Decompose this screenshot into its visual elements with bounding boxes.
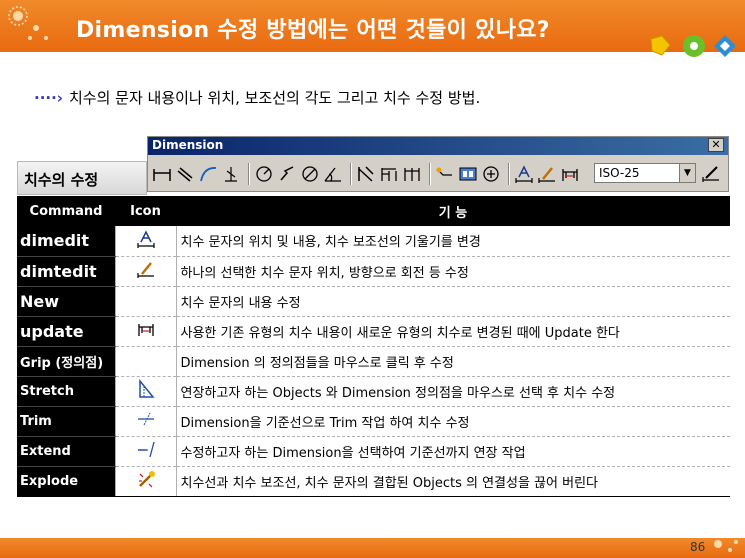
dimension-toolbar[interactable]: Dimension ✕ ISO-25 ▼ (147, 136, 729, 192)
dimedit-icon (136, 230, 155, 248)
row-icon-cell (114, 406, 177, 437)
subtitle: ····› 치수의 문자 내용이나 위치, 보조선의 각도 그리고 치수 수정 방… (34, 87, 480, 108)
toolbar-separator (248, 163, 250, 185)
dimedit-icon[interactable] (514, 163, 534, 185)
table-row: dimtedit 하나의 선택한 치수 문자 위치, 방향으로 회전 등 수정 (17, 256, 730, 287)
aligned-dim-icon[interactable] (175, 163, 195, 185)
table-row: Explode 치수선과 치수 보조선, 치수 문자의 결합된 Objects … (17, 466, 730, 497)
table-row: dimedit 치수 문자의 위치 및 내용, 치수 보조선의 기울기를 변경 (17, 226, 730, 257)
stretch-icon (138, 378, 155, 398)
row-icon-cell (114, 436, 177, 467)
sparkle-decoration-left (8, 6, 48, 40)
dimtedit-icon (136, 262, 154, 278)
command-name: Trim (17, 406, 115, 437)
header-function: 기 능 (176, 196, 730, 226)
command-name: dimtedit (17, 256, 115, 287)
row-icon-cell (114, 286, 177, 317)
linear-dim-icon[interactable] (152, 163, 172, 185)
trim-icon (137, 412, 154, 426)
table-row: Stretch 연장하고자 하는 Objects 와 Dimension 정의점… (17, 376, 730, 407)
chevron-down-icon[interactable]: ▼ (679, 164, 695, 182)
row-icon-cell (114, 316, 177, 347)
page-title: Dimension 수정 방법에는 어떤 것들이 있나요? (76, 18, 550, 43)
command-description: 사용한 기존 유형의 치수 내용이 새로운 유형의 치수로 변경된 때에 Upd… (176, 316, 730, 347)
table-header-row: Command Icon 기 능 (17, 196, 730, 226)
leader-icon[interactable] (435, 163, 455, 185)
command-name: Stretch (17, 376, 115, 407)
logo-yellow-mark (650, 35, 671, 56)
continue-icon[interactable] (402, 163, 422, 185)
ordinate-icon[interactable] (221, 163, 241, 185)
toolbar-close-button[interactable]: ✕ (708, 138, 724, 152)
subtitle-text: 치수의 문자 내용이나 위치, 보조선의 각도 그리고 치수 수정 방법. (68, 89, 481, 107)
row-icon-cell (114, 376, 177, 407)
dimension-style-value: ISO-25 (599, 166, 640, 180)
header-command: Command (17, 196, 115, 226)
section-label: 치수의 수정 (17, 161, 147, 195)
command-description: 치수 문자의 위치 및 내용, 치수 보조선의 기울기를 변경 (176, 226, 730, 257)
angular-icon[interactable] (323, 163, 343, 185)
center-mark-icon[interactable] (481, 163, 501, 185)
extend-icon (137, 441, 155, 458)
sparkle-decoration-right (714, 540, 738, 552)
toolbar-separator (350, 163, 352, 185)
diameter-icon[interactable] (300, 163, 320, 185)
command-name: Grip (정의점) (17, 346, 115, 377)
dimension-style-icon[interactable] (700, 162, 722, 184)
explode-icon (138, 471, 155, 488)
logo-blue-mark (714, 35, 736, 57)
command-description: 수정하고자 하는 Dimension을 선택하여 기준선까지 연장 작업 (176, 436, 730, 467)
jogged-icon[interactable] (277, 163, 297, 185)
arrow-icon: ····› (34, 89, 63, 107)
command-description: Dimension 의 정의점들을 마우스로 클릭 후 수정 (176, 346, 730, 377)
tolerance-icon[interactable] (458, 163, 478, 185)
table-row: New 치수 문자의 내용 수정 (17, 286, 730, 317)
row-icon-cell (114, 256, 177, 287)
footer-band (0, 538, 745, 558)
arc-length-icon[interactable] (198, 163, 218, 185)
toolbar-icon-row (152, 159, 583, 189)
command-table: Command Icon 기 능 dimedit 치수 문자의 위치 및 내용,… (17, 196, 730, 497)
toolbar-separator (508, 163, 510, 185)
table-row: Extend 수정하고자 하는 Dimension을 선택하여 기준선까지 연장… (17, 436, 730, 467)
radius-icon[interactable] (254, 163, 274, 185)
quick-dim-icon[interactable] (356, 163, 376, 185)
row-icon-cell (114, 346, 177, 377)
command-name: Extend (17, 436, 115, 467)
row-icon-cell (114, 466, 177, 497)
update-icon (137, 324, 154, 336)
dimension-style-select[interactable]: ISO-25 ▼ (594, 163, 696, 183)
baseline-icon[interactable] (379, 163, 399, 185)
command-name: update (17, 316, 115, 347)
command-description: 연장하고자 하는 Objects 와 Dimension 정의점을 마우스로 선… (176, 376, 730, 407)
command-description: 치수 문자의 내용 수정 (176, 286, 730, 317)
command-name: Explode (17, 466, 115, 497)
table-row: update 사용한 기존 유형의 치수 내용이 새로운 유형의 치수로 변경된… (17, 316, 730, 347)
page-number: 86 (690, 540, 706, 554)
command-description: 하나의 선택한 치수 문자 위치, 방향으로 회전 등 수정 (176, 256, 730, 287)
command-name: New (17, 286, 115, 317)
command-description: 치수선과 치수 보조선, 치수 문자의 결합된 Objects 의 연결성을 끊… (176, 466, 730, 497)
row-icon-cell (114, 226, 177, 257)
header-icon: Icon (115, 196, 176, 226)
toolbar-separator (429, 163, 431, 185)
table-row: Trim Dimension을 기준선으로 Trim 작업 하여 치수 수정 (17, 406, 730, 437)
toolbar-title: Dimension (152, 138, 224, 152)
update-icon[interactable] (560, 163, 580, 185)
command-description: Dimension을 기준선으로 Trim 작업 하여 치수 수정 (176, 406, 730, 437)
logo-green-mark (683, 35, 705, 57)
dimtedit-icon[interactable] (537, 163, 557, 185)
table-row: Grip (정의점) Dimension 의 정의점들을 마우스로 클릭 후 수… (17, 346, 730, 377)
command-name: dimedit (17, 226, 115, 257)
toolbar-titlebar[interactable]: Dimension ✕ (148, 137, 728, 155)
